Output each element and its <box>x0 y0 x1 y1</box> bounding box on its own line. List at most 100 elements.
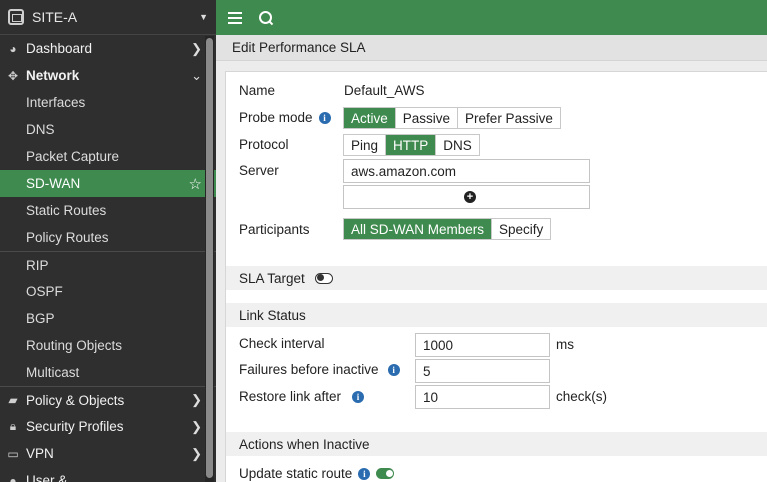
update-static-route-label: Update static route <box>239 466 353 481</box>
sidebar-item-dns[interactable]: DNS <box>0 116 216 143</box>
protocol-selector: Ping HTTP DNS <box>343 134 480 156</box>
link-status-section: Link Status <box>226 303 767 327</box>
sidebar-item-routing-objects[interactable]: Routing Objects <box>0 332 216 359</box>
network-icon: ✥ <box>7 68 19 83</box>
sidebar-item-vpn[interactable]: ▭ VPN ❯ <box>0 440 216 467</box>
restore-input[interactable]: 10 <box>415 385 550 409</box>
name-value: Default_AWS <box>344 83 425 98</box>
check-interval-row: Check interval <box>239 336 325 351</box>
add-server-button[interactable]: + <box>343 185 590 209</box>
page-title: Edit Performance SLA <box>216 35 767 61</box>
protocol-label: Protocol <box>239 137 289 152</box>
sidebar-item-bgp[interactable]: BGP <box>0 305 216 332</box>
sidebar-item-policy-routes[interactable]: Policy Routes <box>0 224 216 251</box>
probe-mode-label: Probe mode <box>239 110 313 125</box>
sla-edit-form: Name Default_AWS Probe mode i Active Pas… <box>225 71 767 482</box>
restore-row: Restore link after i <box>239 389 365 404</box>
dashboard-icon: ◕ <box>9 41 17 56</box>
sidebar-item-label: OSPF <box>26 284 63 299</box>
sidebar-item-label: BGP <box>26 311 55 326</box>
plus-circle-icon: + <box>464 191 476 203</box>
sidebar-item-ospf[interactable]: OSPF <box>0 278 216 305</box>
policy-icon: ▰ <box>8 393 18 407</box>
info-icon[interactable]: i <box>387 363 400 376</box>
info-icon[interactable]: i <box>352 390 365 403</box>
sidebar: SITE-A ▼ ◕ Dashboard ❯ ✥ Network ⌄ Inter… <box>0 0 216 482</box>
sidebar-item-user-device[interactable]: ● User & <box>0 467 216 482</box>
probe-mode-passive[interactable]: Passive <box>394 108 458 128</box>
sidebar-item-network[interactable]: ✥ Network ⌄ <box>0 62 216 89</box>
restore-unit: check(s) <box>556 389 608 404</box>
sidebar-item-label: RIP <box>26 257 49 273</box>
user-icon: ● <box>9 473 17 482</box>
chevron-right-icon: ❯ <box>191 392 202 407</box>
update-static-route-row: Update static route i <box>239 466 395 481</box>
menu-icon[interactable] <box>228 11 242 24</box>
protocol-dns[interactable]: DNS <box>435 135 479 155</box>
page-title-text: Edit Performance SLA <box>232 40 366 55</box>
protocol-row: Protocol <box>239 137 289 152</box>
server-row: Server <box>239 163 279 178</box>
sidebar-item-label: Security Profiles <box>26 419 124 434</box>
sla-target-toggle[interactable] <box>314 272 333 284</box>
link-status-title: Link Status <box>239 307 306 323</box>
name-row: Name <box>239 83 275 98</box>
sidebar-item-packet-capture[interactable]: Packet Capture <box>0 143 216 170</box>
sidebar-item-label: User & <box>26 473 68 482</box>
sidebar-item-label: Routing Objects <box>26 338 123 353</box>
lock-icon: 🔒︎ <box>9 419 17 433</box>
participants-selector: All SD-WAN Members Specify <box>343 218 552 240</box>
probe-mode-active[interactable]: Active <box>344 108 395 128</box>
sidebar-item-label: SD-WAN <box>26 176 81 191</box>
actions-title: Actions when Inactive <box>239 436 370 452</box>
protocol-ping[interactable]: Ping <box>344 135 386 155</box>
actions-section: Actions when Inactive <box>226 432 767 456</box>
sidebar-item-security-profiles[interactable]: 🔒︎ Security Profiles ❯ <box>0 413 216 440</box>
server-input[interactable]: aws.amazon.com <box>343 159 590 183</box>
check-interval-input[interactable]: 1000 <box>415 333 550 357</box>
update-static-route-toggle[interactable] <box>376 468 395 479</box>
sidebar-item-multicast[interactable]: Multicast <box>0 359 216 386</box>
server-label: Server <box>239 163 279 178</box>
sidebar-item-label: Policy & Objects <box>26 392 125 408</box>
sidebar-scrollbar-thumb[interactable] <box>206 38 213 478</box>
sidebar-item-label: Multicast <box>26 365 80 380</box>
info-icon[interactable]: i <box>358 467 371 480</box>
device-icon <box>8 9 24 25</box>
sidebar-item-label: VPN <box>26 446 54 461</box>
star-icon[interactable]: ☆ <box>189 175 202 193</box>
sidebar-item-sd-wan[interactable]: SD-WAN ☆ <box>0 170 216 197</box>
nav-menu: ◕ Dashboard ❯ ✥ Network ⌄ Interfaces DNS… <box>0 35 216 482</box>
probe-mode-prefer-passive[interactable]: Prefer Passive <box>457 108 560 128</box>
restore-label: Restore link after <box>239 389 342 404</box>
probe-mode-row: Probe mode i <box>239 110 331 125</box>
failures-label: Failures before inactive <box>239 362 379 377</box>
check-interval-label: Check interval <box>239 336 325 351</box>
sidebar-item-rip[interactable]: RIP <box>0 251 216 278</box>
sla-target-bar: SLA Target <box>226 266 767 290</box>
device-selector[interactable]: SITE-A ▼ <box>0 0 216 35</box>
sidebar-item-label: Static Routes <box>26 203 107 218</box>
info-icon[interactable]: i <box>318 111 331 124</box>
top-bar <box>216 0 767 35</box>
participants-all-members[interactable]: All SD-WAN Members <box>344 219 492 239</box>
chevron-down-icon: ⌄ <box>191 67 202 83</box>
protocol-http[interactable]: HTTP <box>385 135 436 155</box>
sidebar-item-label: Dashboard <box>26 41 93 56</box>
sla-target-label: SLA Target <box>239 270 305 286</box>
chevron-down-icon: ▼ <box>199 12 208 22</box>
sidebar-item-label: Interfaces <box>26 95 86 110</box>
sidebar-item-interfaces[interactable]: Interfaces <box>0 89 216 116</box>
failures-input[interactable]: 5 <box>415 359 550 383</box>
participants-specify[interactable]: Specify <box>491 219 551 239</box>
sidebar-item-static-routes[interactable]: Static Routes <box>0 197 216 224</box>
probe-mode-selector: Active Passive Prefer Passive <box>343 107 561 129</box>
participants-label: Participants <box>239 222 310 237</box>
sidebar-item-label: Policy Routes <box>26 230 109 245</box>
chevron-right-icon: ❯ <box>191 445 202 461</box>
sidebar-item-dashboard[interactable]: ◕ Dashboard ❯ <box>0 35 216 62</box>
vpn-icon: ▭ <box>7 446 19 461</box>
chevron-right-icon: ❯ <box>191 418 202 434</box>
sidebar-item-policy-objects[interactable]: ▰ Policy & Objects ❯ <box>0 386 216 413</box>
search-icon[interactable] <box>258 10 274 26</box>
